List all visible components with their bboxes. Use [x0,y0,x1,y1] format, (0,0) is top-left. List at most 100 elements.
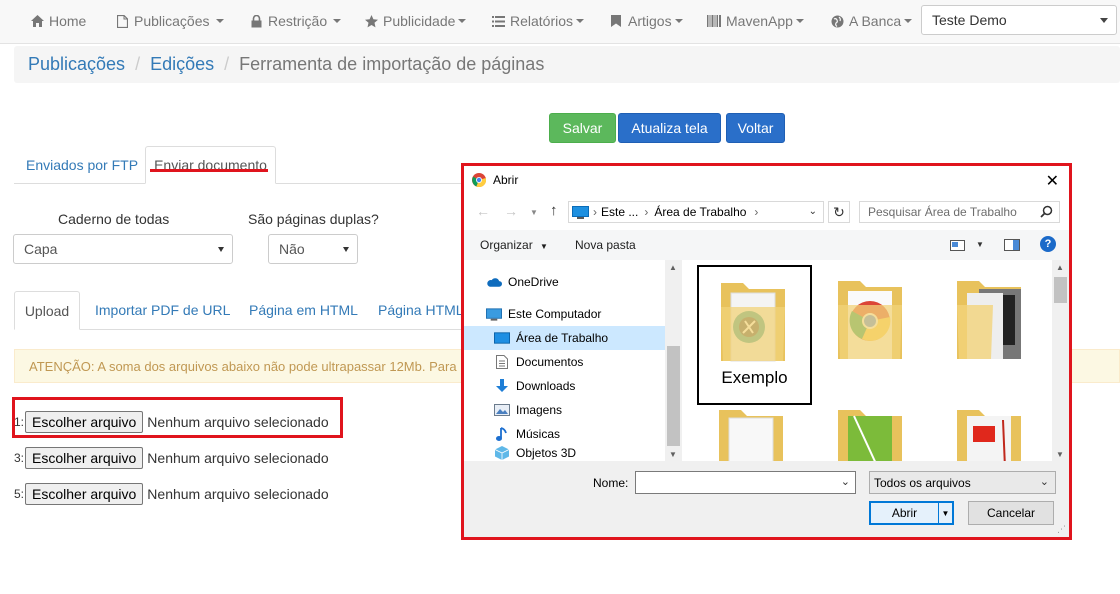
nav-publicidade[interactable]: Publicidade [364,0,467,42]
files-scrollbar[interactable]: ▲ ▼ [1052,260,1069,461]
caderno-select[interactable]: Capa [13,234,233,264]
chevron-down-icon [1100,18,1108,23]
file-type-select[interactable]: Todos os arquivos ⌄ [869,471,1056,494]
file-status: Nenhum arquivo selecionado [147,414,329,430]
chevron-down-icon [458,19,467,23]
scroll-down-icon[interactable]: ▼ [1056,450,1064,459]
up-arrow-icon[interactable]: ↑ [550,202,558,219]
alert-text: ATENÇÃO: A soma dos arquivos abaixo não … [29,359,457,374]
nav-restricao[interactable]: Restrição [249,0,342,42]
nav-this-pc[interactable]: Este Computador [464,302,664,326]
nav-documents[interactable]: Documentos [464,350,664,374]
subtabs-divider [14,329,464,330]
address-path-1[interactable]: Área de Trabalho [654,205,746,219]
choose-file-button[interactable]: Escolher arquivo [25,447,144,469]
chevron-down-icon [795,19,804,23]
highlight-underline [150,169,268,172]
nav-desktop[interactable]: Área de Trabalho [464,326,665,350]
download-icon [494,379,510,393]
subtab-upload[interactable]: Upload [14,291,80,330]
save-button[interactable]: Salvar [549,113,616,143]
subtab-html-page[interactable]: Página em HTML [249,302,358,318]
chevron-down-icon[interactable]: ▼ [530,208,538,217]
scroll-up-icon[interactable]: ▲ [669,263,677,272]
desktop-icon [494,331,510,345]
folder-chrome[interactable] [816,265,931,405]
nav-abanca[interactable]: A Banca [830,0,913,42]
cancel-button[interactable]: Cancelar [968,501,1054,525]
help-icon[interactable]: ? [1040,236,1056,252]
list-icon [491,14,505,28]
file-pane: Exemplo ▲ ▼ [682,260,1069,461]
back-button[interactable]: Voltar [726,113,785,143]
cube-icon [494,446,510,460]
nav-3d-objects-label: Objetos 3D [516,446,577,460]
forward-arrow-icon[interactable]: → [504,203,518,219]
scroll-up-icon[interactable]: ▲ [1056,263,1064,272]
close-icon[interactable]: ✕ [1046,171,1059,191]
breadcrumb-separator: › [754,205,759,219]
nav-onedrive[interactable]: OneDrive [464,270,664,294]
nav-publicacoes[interactable]: Publicações [115,0,224,42]
nav-images[interactable]: Imagens [464,398,664,422]
preview-pane-icon[interactable] [1004,239,1020,251]
open-button[interactable]: Abrir ▼ [869,501,954,525]
tab-ftp[interactable]: Enviados por FTP [26,157,138,173]
file-row: 3: Escolher arquivo Nenhum arquivo selec… [14,447,329,469]
view-icon[interactable] [950,240,965,251]
file-status: Nenhum arquivo selecionado [147,486,329,502]
nav-home[interactable]: Home [30,0,86,42]
caderno-label: Caderno de todas [58,211,170,227]
folder-documents[interactable] [697,408,812,461]
nav-artigos[interactable]: Artigos [609,0,683,42]
nav-music[interactable]: Músicas [464,422,664,446]
breadcrumb-edicoes[interactable]: Edições [150,54,214,75]
tab-upload-document[interactable]: Enviar documento [145,146,276,184]
folder-exemplo[interactable]: Exemplo [697,265,812,405]
refresh-icon[interactable]: ↻ [828,201,850,223]
nav-mavenapp[interactable]: MavenApp [707,0,804,42]
breadcrumb-publicacoes[interactable]: Publicações [28,54,125,75]
breadcrumb-current: Ferramenta de importação de páginas [239,54,545,74]
chevron-down-icon: ⌄ [1039,476,1049,488]
resize-grip-icon[interactable]: ⋰ [1057,524,1066,535]
nav-relatorios[interactable]: Relatórios [491,0,585,42]
scrollbar-thumb[interactable] [1054,277,1067,303]
user-select-value: Teste Demo [932,12,1007,28]
choose-file-button[interactable]: Escolher arquivo [25,411,144,433]
chevron-down-icon[interactable]: ⌄ [809,206,817,217]
chevron-down-icon: ▼ [540,242,548,251]
breadcrumb-separator: / [224,54,230,74]
scrollbar-thumb[interactable] [667,346,680,446]
subtab-import-pdf[interactable]: Importar PDF de URL [95,302,230,318]
dialog-title: Abrir [493,173,519,187]
chevron-down-icon[interactable]: ▼ [976,240,984,249]
address-path-0[interactable]: Este ... [601,205,638,219]
subtab-html-page-2[interactable]: Página HTML [378,302,464,318]
organize-button[interactable]: Organizar ▼ [480,238,548,252]
nav-downloads[interactable]: Downloads [464,374,664,398]
duplas-select[interactable]: Não [268,234,358,264]
back-arrow-icon[interactable]: ← [476,203,490,219]
folder-pdf[interactable] [935,408,1050,461]
nav-3d-objects[interactable]: Objetos 3D [464,446,664,461]
folder-android[interactable] [816,408,931,461]
nav-desktop-label: Área de Trabalho [516,331,609,345]
folder-photos[interactable] [935,265,1050,405]
chevron-down-icon [333,19,342,23]
choose-file-button[interactable]: Escolher arquivo [25,483,144,505]
chevron-down-icon[interactable]: ▼ [938,503,952,523]
new-folder-button[interactable]: Nova pasta [575,238,636,252]
user-select[interactable]: Teste Demo [921,5,1117,35]
nav-documents-label: Documentos [516,355,584,369]
nav-scrollbar[interactable]: ▲ ▼ [665,260,682,461]
address-bar[interactable]: › Este ... › Área de Trabalho › ⌄ [568,201,824,223]
dialog-titlebar: Abrir [464,166,1069,194]
refresh-button[interactable]: Atualiza tela [618,113,721,143]
scroll-down-icon[interactable]: ▼ [669,450,677,459]
caderno-value: Capa [24,241,58,257]
search-input[interactable]: Pesquisar Área de Trabalho [859,201,1060,223]
file-name-input[interactable]: ⌄ [635,471,856,494]
chevron-down-icon [674,19,683,23]
chevron-down-icon[interactable]: ⌄ [841,475,850,488]
